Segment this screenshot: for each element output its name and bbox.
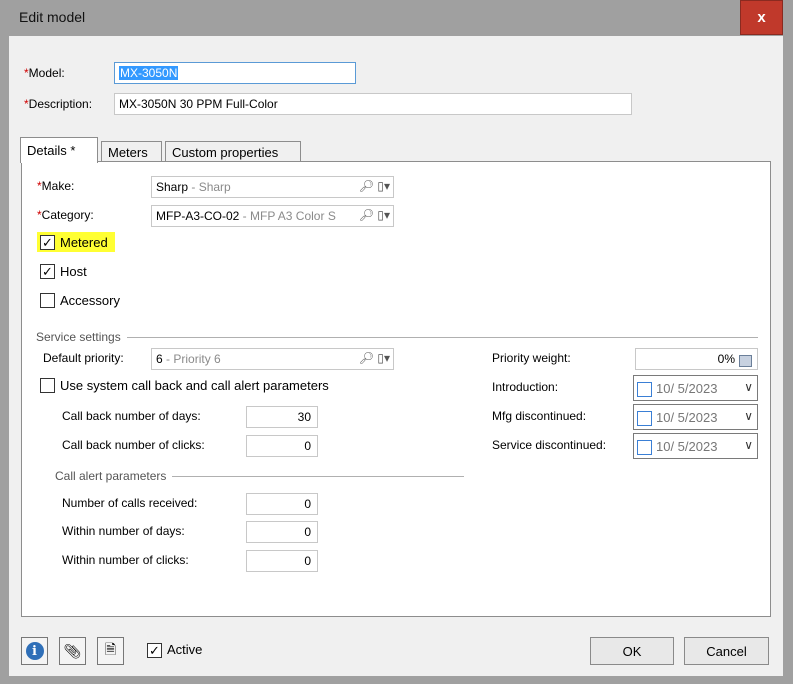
within-clicks-input[interactable]: 0 xyxy=(246,550,318,572)
make-label: *Make: xyxy=(37,179,75,193)
service-discontinued-label: Service discontinued: xyxy=(492,438,607,452)
active-checkbox[interactable]: ✓ xyxy=(147,643,162,658)
model-label: *Model: xyxy=(24,66,65,80)
info-icon: i xyxy=(25,642,44,660)
category-lookup-icons[interactable]: 🔎︎ ▯▾ xyxy=(358,208,390,222)
mfg-discontinued-label: Mfg discontinued: xyxy=(492,409,587,423)
accessory-label[interactable]: Accessory xyxy=(60,293,120,308)
document-icon: 🗎︎ xyxy=(104,641,117,657)
search-icon[interactable]: 🔎︎ xyxy=(359,351,374,365)
use-system-label[interactable]: Use system call back and call alert para… xyxy=(60,378,329,393)
title-bar[interactable]: Edit model x xyxy=(0,0,793,35)
service-settings-title: Service settings xyxy=(36,330,127,344)
search-icon[interactable]: 🔎︎ xyxy=(359,179,374,193)
metered-label[interactable]: Metered xyxy=(60,235,108,250)
details-panel: *Make: Sharp - Sharp 🔎︎ ▯▾ *Category: MF… xyxy=(21,161,771,617)
chevron-down-icon[interactable]: ∨ xyxy=(744,438,753,452)
calls-received-input[interactable]: 0 xyxy=(246,493,318,515)
use-system-checkbox[interactable] xyxy=(40,378,55,393)
ok-button[interactable]: OK xyxy=(590,637,674,665)
tab-custom-properties[interactable]: Custom properties xyxy=(165,141,301,162)
notes-button[interactable]: 🗎︎ xyxy=(97,637,124,665)
introduction-date-checkbox[interactable] xyxy=(637,382,652,398)
window-title: Edit model xyxy=(19,9,86,25)
active-label[interactable]: Active xyxy=(167,642,202,657)
category-lookup[interactable]: MFP-A3-CO-02 - MFP A3 Color S 🔎︎ ▯▾ xyxy=(151,205,394,227)
tab-meters[interactable]: Meters xyxy=(101,141,162,162)
within-days-label: Within number of days: xyxy=(62,524,185,538)
accessory-checkbox[interactable] xyxy=(40,293,55,308)
lookup-menu-icon[interactable]: ▯▾ xyxy=(377,179,390,193)
callback-clicks-label: Call back number of clicks: xyxy=(62,438,205,452)
attachment-button[interactable]: 📎︎ xyxy=(59,637,86,665)
paperclip-icon: 📎︎ xyxy=(63,642,82,659)
default-priority-lookup[interactable]: 6 - Priority 6 🔎︎ ▯▾ xyxy=(151,348,394,370)
lookup-menu-icon[interactable]: ▯▾ xyxy=(377,208,390,222)
host-label[interactable]: Host xyxy=(60,264,87,279)
calculator-icon[interactable] xyxy=(739,353,752,367)
close-button[interactable]: x xyxy=(740,0,783,35)
service-discontinued-date-picker[interactable]: 10/ 5/2023 ∨ xyxy=(633,433,758,459)
edit-model-window: Edit model x *Model: MX-3050N *Descripti… xyxy=(0,0,793,684)
lookup-menu-icon[interactable]: ▯▾ xyxy=(377,351,390,365)
callback-clicks-input[interactable]: 0 xyxy=(246,435,318,457)
tab-details[interactable]: Details * xyxy=(20,137,98,163)
within-days-input[interactable]: 0 xyxy=(246,521,318,543)
make-lookup-icons[interactable]: 🔎︎ ▯▾ xyxy=(359,179,390,193)
call-alert-title: Call alert parameters xyxy=(55,469,173,483)
cancel-button[interactable]: Cancel xyxy=(684,637,769,665)
service-discontinued-checkbox[interactable] xyxy=(637,440,652,456)
default-priority-label: Default priority: xyxy=(43,351,124,365)
within-clicks-label: Within number of clicks: xyxy=(62,553,189,567)
calls-received-label: Number of calls received: xyxy=(62,496,198,510)
priority-weight-label: Priority weight: xyxy=(492,351,571,365)
description-input[interactable]: MX-3050N 30 PPM Full-Color xyxy=(114,93,632,115)
chevron-down-icon[interactable]: ∨ xyxy=(744,409,753,423)
info-button[interactable]: i xyxy=(21,637,48,665)
host-checkbox[interactable]: ✓ xyxy=(40,264,55,279)
model-input[interactable]: MX-3050N xyxy=(114,62,356,84)
description-label: *Description: xyxy=(24,97,93,111)
priority-lookup-icons[interactable]: 🔎︎ ▯▾ xyxy=(359,351,390,365)
dialog-client-area: *Model: MX-3050N *Description: MX-3050N … xyxy=(9,36,783,676)
category-label: *Category: xyxy=(37,208,94,222)
introduction-label: Introduction: xyxy=(492,380,559,394)
service-settings-divider xyxy=(36,337,758,338)
chevron-down-icon[interactable]: ∨ xyxy=(744,380,753,394)
callback-days-label: Call back number of days: xyxy=(62,409,201,423)
make-lookup[interactable]: Sharp - Sharp 🔎︎ ▯▾ xyxy=(151,176,394,198)
metered-checkbox[interactable]: ✓ xyxy=(40,235,55,250)
callback-days-input[interactable]: 30 xyxy=(246,406,318,428)
search-icon[interactable]: 🔎︎ xyxy=(359,208,374,222)
introduction-date-picker[interactable]: 10/ 5/2023 ∨ xyxy=(633,375,758,401)
mfg-discontinued-checkbox[interactable] xyxy=(637,411,652,427)
priority-weight-input[interactable]: 0% xyxy=(635,348,758,370)
mfg-discontinued-date-picker[interactable]: 10/ 5/2023 ∨ xyxy=(633,404,758,430)
